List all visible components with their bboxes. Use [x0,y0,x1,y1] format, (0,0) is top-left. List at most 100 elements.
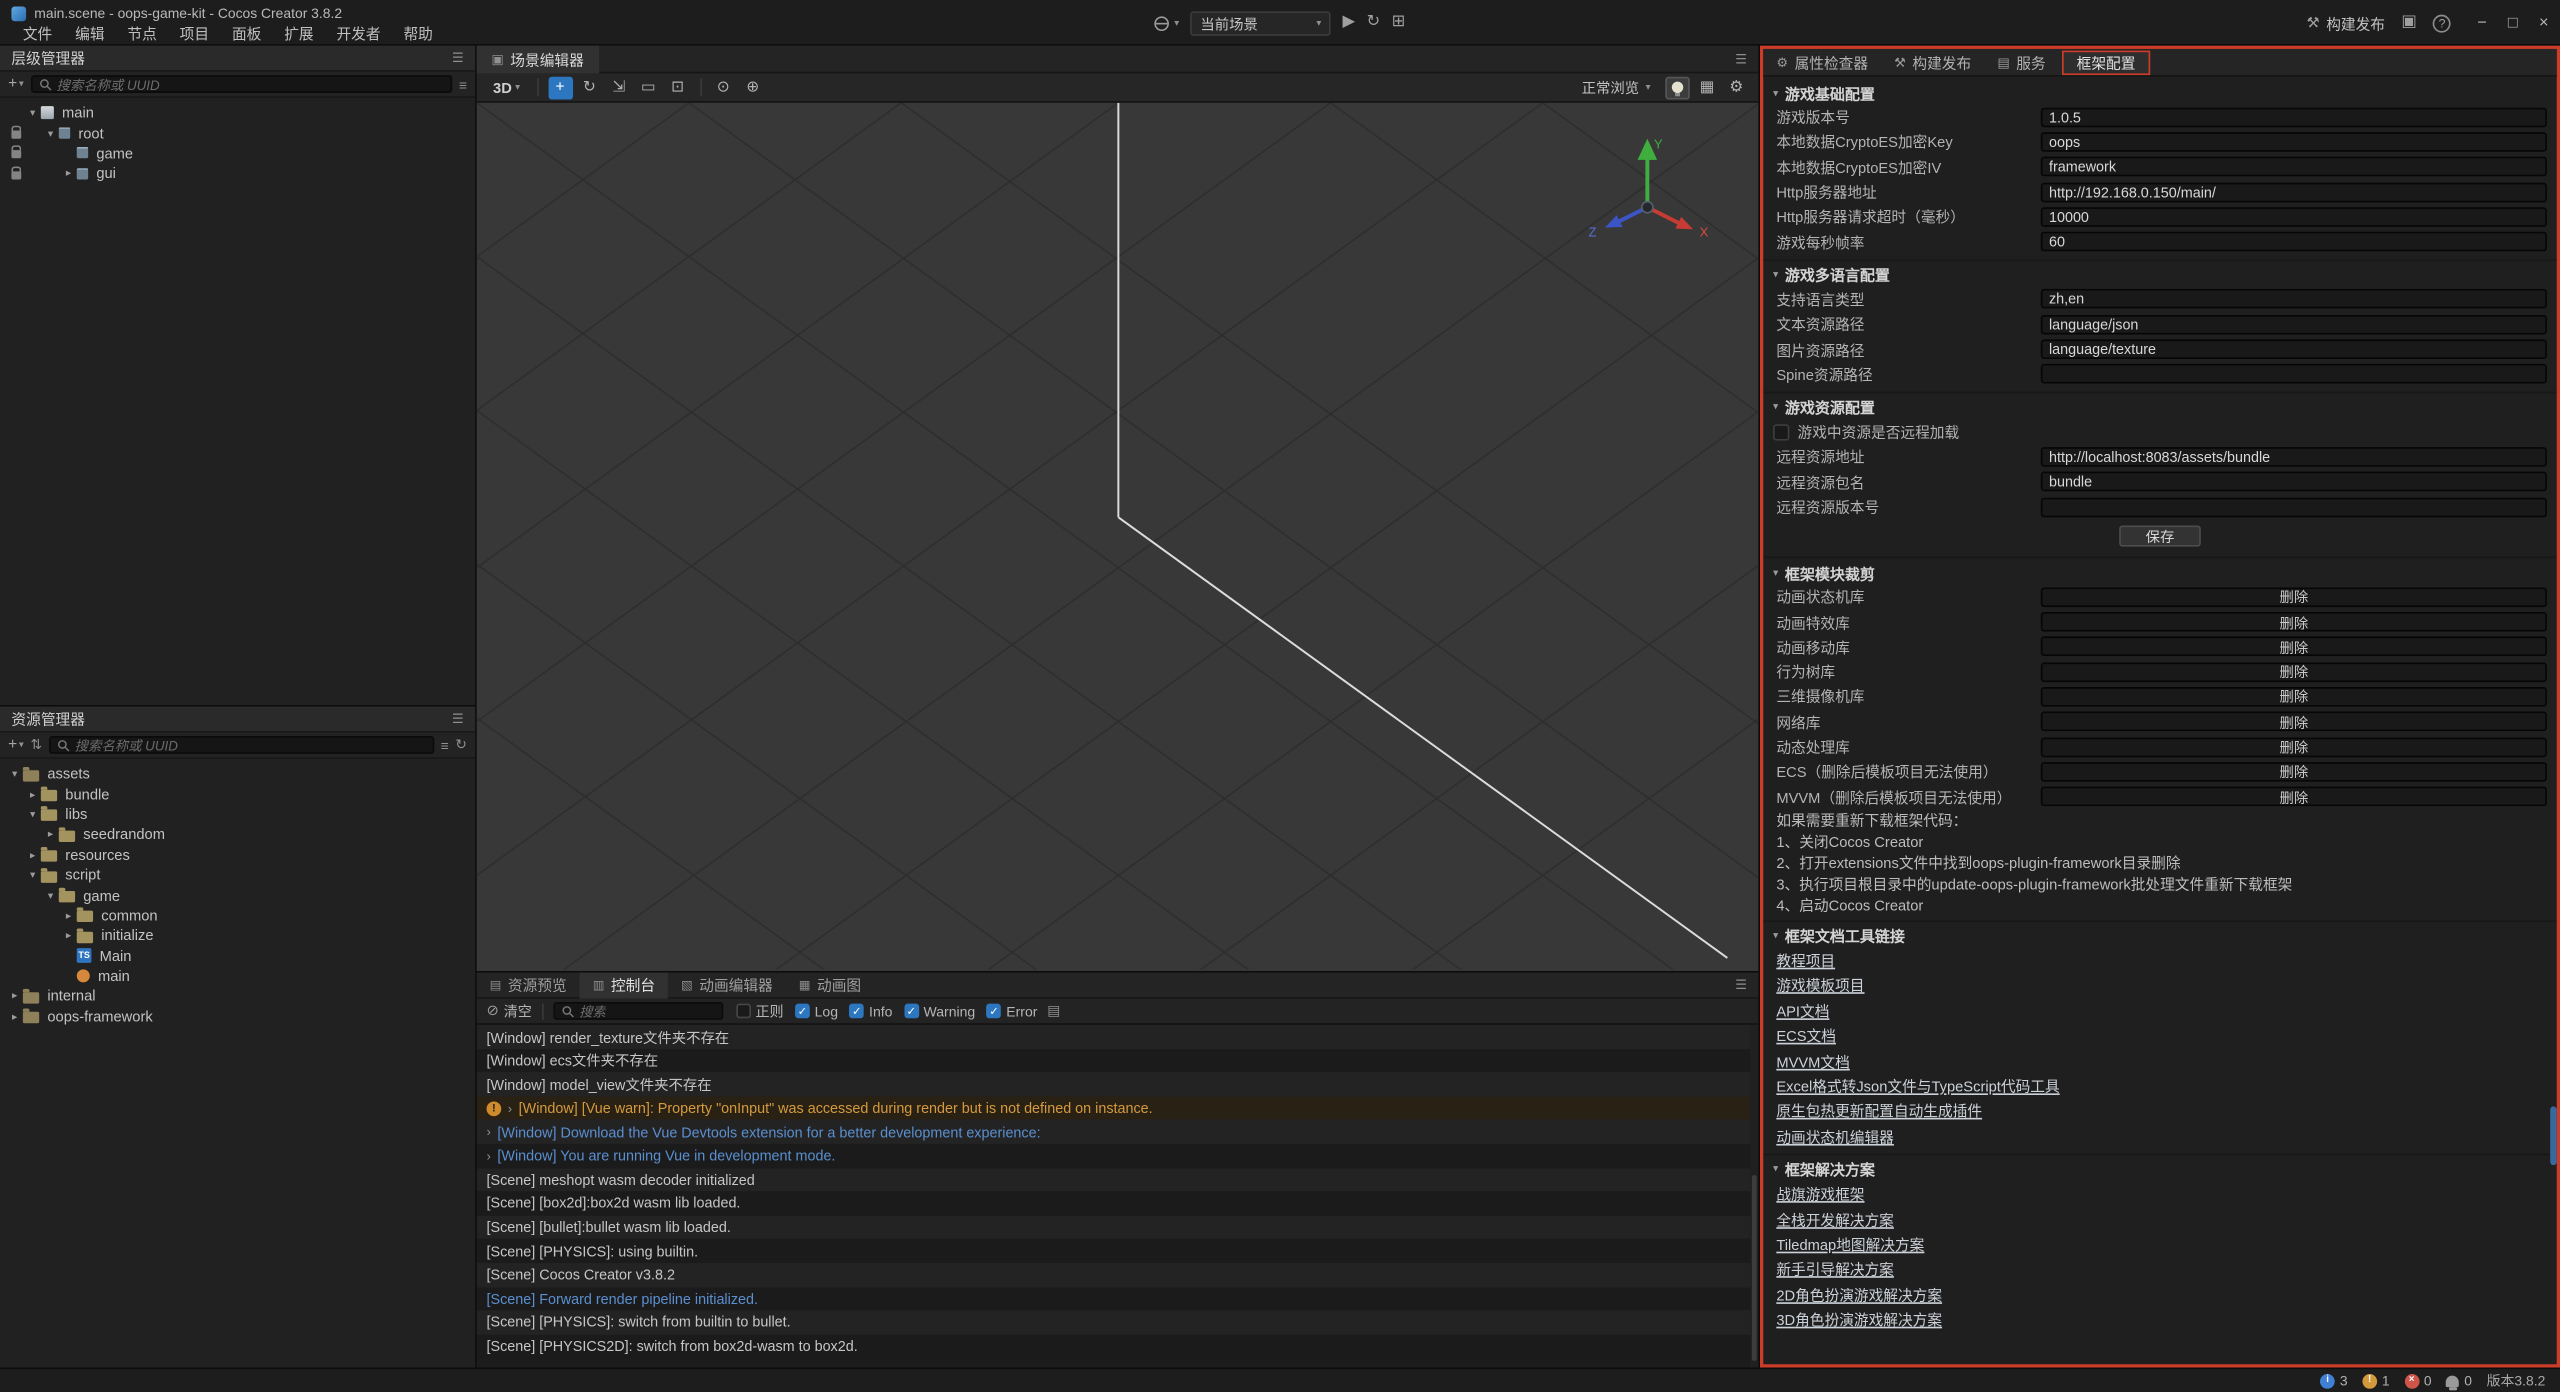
doc-link[interactable]: MVVM文档 [1776,1050,1849,1071]
build-publish-button[interactable]: ⚒ 构建发布 [2306,12,2385,33]
sort-assets-icon[interactable]: ⇅ [30,736,42,754]
log-row[interactable]: [Scene] meshopt wasm decoder initialized [477,1168,1750,1192]
property-input[interactable]: 10000 [2041,207,2547,227]
chevron-down-icon[interactable]: ▾ [24,868,40,881]
tab-属性检查器[interactable]: ⚙属性检查器 [1763,48,1881,76]
log-row[interactable]: [Scene] Cocos Creator v3.8.2 [477,1263,1750,1287]
log-row[interactable]: ›[Window] You are running Vue in develop… [477,1144,1750,1168]
pivot-toggle-button[interactable]: ⊙ [711,76,735,99]
clear-console-button[interactable]: ⊘ 清空 [487,1001,532,1021]
notification-button[interactable]: 0 [2446,1372,2472,1388]
dimension-toggle-button[interactable]: 3D ▾ [487,79,527,95]
chevron-down-icon[interactable]: ▾ [24,808,40,821]
chevron-down-icon[interactable]: ▾ [42,889,58,902]
property-input[interactable]: bundle [2041,472,2547,492]
console-tab-动画图[interactable]: ▦动画图 [786,972,874,998]
chevron-right-icon[interactable]: ▸ [60,167,76,180]
scene-viewport[interactable]: X Y Z [477,103,1759,971]
doc-link[interactable]: 教程项目 [1776,950,1835,971]
layout-button[interactable]: ⊞ [1392,15,1406,31]
chevron-down-icon[interactable]: ▾ [42,127,58,140]
assets-filter-icon[interactable]: ≡ [441,737,449,753]
property-input[interactable]: http://192.168.0.150/main/ [2041,182,2547,202]
help-icon[interactable]: ? [2433,14,2451,32]
scale-tool-button[interactable]: ⇲ [607,76,631,99]
tab-服务[interactable]: ▤服务 [1984,48,2058,76]
grid-toggle-button[interactable]: ▦ [1695,76,1719,99]
doc-link[interactable]: API文档 [1776,1000,1829,1021]
tree-node-internal[interactable]: ▸internal [0,986,475,1006]
log-row[interactable]: [Scene] [PHYSICS2D]: switch from box2d-w… [477,1334,1750,1358]
chevron-right-icon[interactable]: › [487,1125,491,1140]
chevron-down-icon[interactable]: ▾ [7,767,23,780]
section-header[interactable]: ▾游戏资源配置 [1763,395,2556,419]
space-toggle-button[interactable]: ⊕ [740,76,764,99]
refresh-assets-icon[interactable]: ↻ [455,736,467,754]
tree-node-Main[interactable]: TSMain [0,946,475,966]
delete-button[interactable]: 删除 [2041,737,2547,757]
doc-link[interactable]: 游戏模板项目 [1776,975,1864,996]
chevron-right-icon[interactable]: ▸ [24,848,40,861]
minimize-button[interactable]: − [2477,14,2487,32]
console-search-input[interactable]: 搜索 [553,1002,723,1020]
panel-menu-icon[interactable]: ☰ [452,51,464,66]
move-tool-button[interactable]: + [548,76,572,99]
lock-icon[interactable] [7,127,25,138]
light-toggle-button[interactable] [1665,76,1689,99]
chevron-right-icon[interactable]: ▸ [7,1010,23,1023]
doc-link[interactable]: Excel格式转Json文件与TypeScript代码工具 [1776,1075,2059,1096]
transform-tool-button[interactable]: ⊡ [665,76,689,99]
delete-button[interactable]: 删除 [2041,612,2547,632]
info-count-icon[interactable]: i3 [2320,1372,2347,1388]
package-icon[interactable]: ▣ [2401,15,2416,31]
scene-selector[interactable]: 当前场景 ▾ [1191,11,1331,35]
property-input[interactable]: framework [2041,157,2547,177]
property-input[interactable]: language/texture [2041,339,2547,359]
chevron-right-icon[interactable]: ▸ [24,788,40,801]
tree-node-game[interactable]: ▾game [0,885,475,905]
view-settings-button[interactable]: ⚙ [1724,76,1748,99]
save-button[interactable]: 保存 [2119,525,2201,546]
tree-node-root[interactable]: ▾root [0,123,475,143]
chevron-right-icon[interactable]: ▸ [60,909,76,922]
chevron-right-icon[interactable]: › [487,1148,491,1163]
tree-node-oops-framework[interactable]: ▸oops-framework [0,1006,475,1026]
property-input[interactable] [2041,497,2547,517]
section-header[interactable]: ▾游戏多语言配置 [1763,262,2556,286]
tab-框架配置[interactable]: 框架配置 [2062,50,2150,74]
delete-button[interactable]: 删除 [2041,787,2547,807]
log-row[interactable]: [Scene] Forward render pipeline initiali… [477,1287,1750,1311]
tree-node-common[interactable]: ▸common [0,905,475,925]
tree-node-libs[interactable]: ▾libs [0,804,475,824]
tree-node-main[interactable]: main [0,966,475,986]
property-input[interactable]: http://localhost:8083/assets/bundle [2041,447,2547,467]
log-row[interactable]: [Scene] [PHYSICS]: switch from builtin t… [477,1311,1750,1335]
delete-button[interactable]: 删除 [2041,712,2547,732]
hierarchy-search-input[interactable]: 搜索名称或 UUID [30,75,452,93]
tree-node-initialize[interactable]: ▸initialize [0,925,475,945]
rotate-tool-button[interactable]: ↻ [577,76,601,99]
doc-link[interactable]: 3D角色扮演游戏解决方案 [1776,1309,1942,1330]
log-row[interactable]: !›[Window] [Vue warn]: Property "onInput… [477,1096,1750,1120]
doc-link[interactable]: Tiledmap地图解决方案 [1776,1234,1924,1255]
lock-icon[interactable] [7,148,25,159]
create-asset-button[interactable]: +▾ [8,736,24,754]
error-count-icon[interactable]: ×0 [2404,1372,2431,1388]
tree-node-main[interactable]: ▾main [0,103,475,123]
delete-button[interactable]: 删除 [2041,762,2547,782]
delete-button[interactable]: 删除 [2041,637,2547,657]
property-input[interactable]: language/json [2041,314,2547,334]
property-input[interactable]: oops [2041,132,2547,152]
lock-icon[interactable] [7,168,25,179]
section-header[interactable]: ▾游戏基础配置 [1763,80,2556,104]
tree-node-seedrandom[interactable]: ▸seedrandom [0,824,475,844]
panel-menu-icon[interactable]: ☰ [452,712,464,727]
export-log-icon[interactable]: ▤ [1047,1002,1060,1020]
filter-Log-checkbox[interactable]: ✓Log [795,1003,838,1019]
tree-node-assets[interactable]: ▾assets [0,764,475,784]
log-row[interactable]: ›[Window] Download the Vue Devtools exte… [477,1120,1750,1144]
doc-link[interactable]: 新手引导解决方案 [1776,1259,1894,1280]
warning-count-icon[interactable]: !1 [2362,1372,2389,1388]
log-row[interactable]: [Scene] [box2d]:box2d wasm lib loaded. [477,1192,1750,1216]
delete-button[interactable]: 删除 [2041,687,2547,707]
